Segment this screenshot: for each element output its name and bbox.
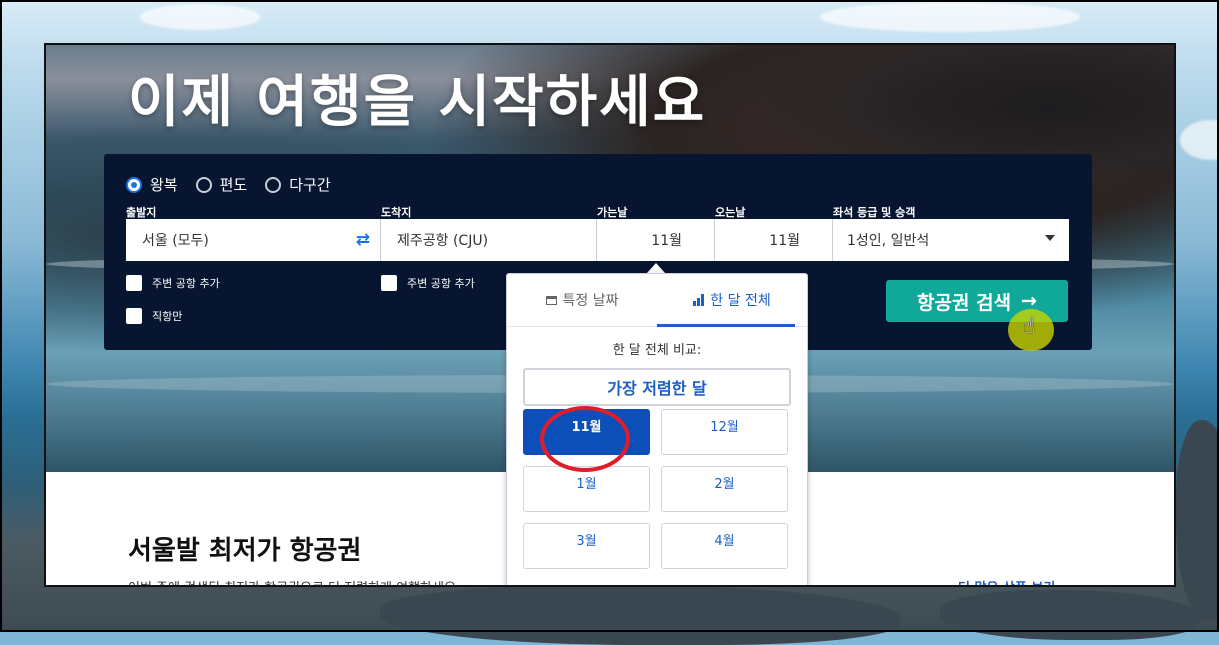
depart-label: 가는날: [597, 206, 628, 219]
destination-value: 제주공항 (CJU): [397, 233, 489, 249]
trip-type-roundtrip[interactable]: 왕복: [126, 174, 178, 195]
destination-field[interactable]: 제주공항 (CJU): [381, 219, 597, 261]
radio-selected-icon: [126, 176, 142, 193]
tab-label: 한 달 전체: [710, 293, 771, 309]
checkbox-label: 주변 공항 추가: [407, 277, 475, 290]
browser-window: 이제 여행을 시작하세요 왕복 편도 다구간 출발지 도착지 가는날 오는날 좌…: [44, 43, 1176, 587]
month-option-apr[interactable]: 4월: [661, 523, 788, 569]
depart-value: 11월: [651, 233, 682, 249]
more-deals-link[interactable]: 더 많은 상품 보기: [958, 577, 1055, 585]
month-option-jan[interactable]: 1월: [523, 466, 650, 512]
cabin-label: 좌석 등급 및 승객: [833, 206, 916, 219]
checkbox-icon: [126, 275, 142, 291]
checkbox-icon: [381, 275, 397, 291]
hand-pointer-icon: ☝: [1022, 314, 1036, 339]
origin-field[interactable]: 서울 (모두) ⇄: [126, 219, 381, 261]
calendar-icon: [545, 295, 557, 305]
search-button-label: 항공권 검색: [917, 291, 1012, 314]
return-date-field[interactable]: 11월: [715, 219, 833, 261]
direct-only-checkbox[interactable]: 직항만: [126, 308, 182, 324]
nearby-origin-checkbox[interactable]: 주변 공항 추가: [126, 275, 220, 291]
compare-month-label: 한 달 전체 비교:: [612, 343, 702, 358]
checkbox-icon: [126, 308, 142, 324]
checkbox-label: 직항만: [152, 310, 183, 323]
annotation-circle: [540, 406, 630, 472]
trip-type-multicity[interactable]: 다구간: [265, 174, 331, 195]
popup-pointer: [647, 263, 665, 273]
swap-icon[interactable]: ⇄: [356, 230, 370, 250]
month-option-mar[interactable]: 3월: [523, 523, 650, 569]
section-subtitle: 이번 주에 검색된 최저가 항공권으로 더 저렴하게 여행하세요: [128, 577, 456, 585]
destination-label: 도착지: [381, 206, 412, 219]
nearby-destination-checkbox[interactable]: 주변 공항 추가: [381, 275, 475, 291]
month-option-dec[interactable]: 12월: [661, 409, 788, 455]
trip-type-group: 왕복 편도 다구간: [126, 174, 331, 195]
tab-whole-month[interactable]: 한 달 전체: [657, 274, 807, 327]
cabin-passenger-select[interactable]: 1성인, 일반석: [833, 219, 1069, 261]
radio-icon: [195, 176, 212, 193]
section-title: 서울발 최저가 항공권: [128, 536, 362, 566]
tab-specific-dates[interactable]: 특정 날짜: [507, 274, 657, 326]
bar-chart-icon: [693, 294, 705, 306]
cabin-value: 1성인, 일반석: [847, 233, 930, 249]
origin-value: 서울 (모두): [142, 233, 209, 249]
tab-label: 특정 날짜: [562, 293, 619, 309]
radio-icon: [265, 176, 282, 193]
cheapest-month-button[interactable]: 가장 저렴한 달: [523, 368, 791, 406]
depart-date-field[interactable]: 11월: [597, 219, 715, 261]
trip-type-label: 다구간: [289, 176, 331, 194]
hero-title: 이제 여행을 시작하세요: [128, 70, 707, 135]
date-mode-tabs: 특정 날짜 한 달 전체: [507, 274, 807, 327]
trip-type-label: 왕복: [150, 176, 178, 194]
origin-label: 출발지: [126, 206, 157, 219]
return-value: 11월: [769, 233, 800, 249]
trip-type-label: 편도: [219, 176, 248, 194]
return-label: 오는날: [715, 206, 746, 219]
checkbox-label: 주변 공항 추가: [152, 277, 220, 290]
month-option-feb[interactable]: 2월: [661, 466, 788, 512]
caret-down-icon: [1045, 235, 1055, 241]
trip-type-oneway[interactable]: 편도: [195, 174, 248, 195]
